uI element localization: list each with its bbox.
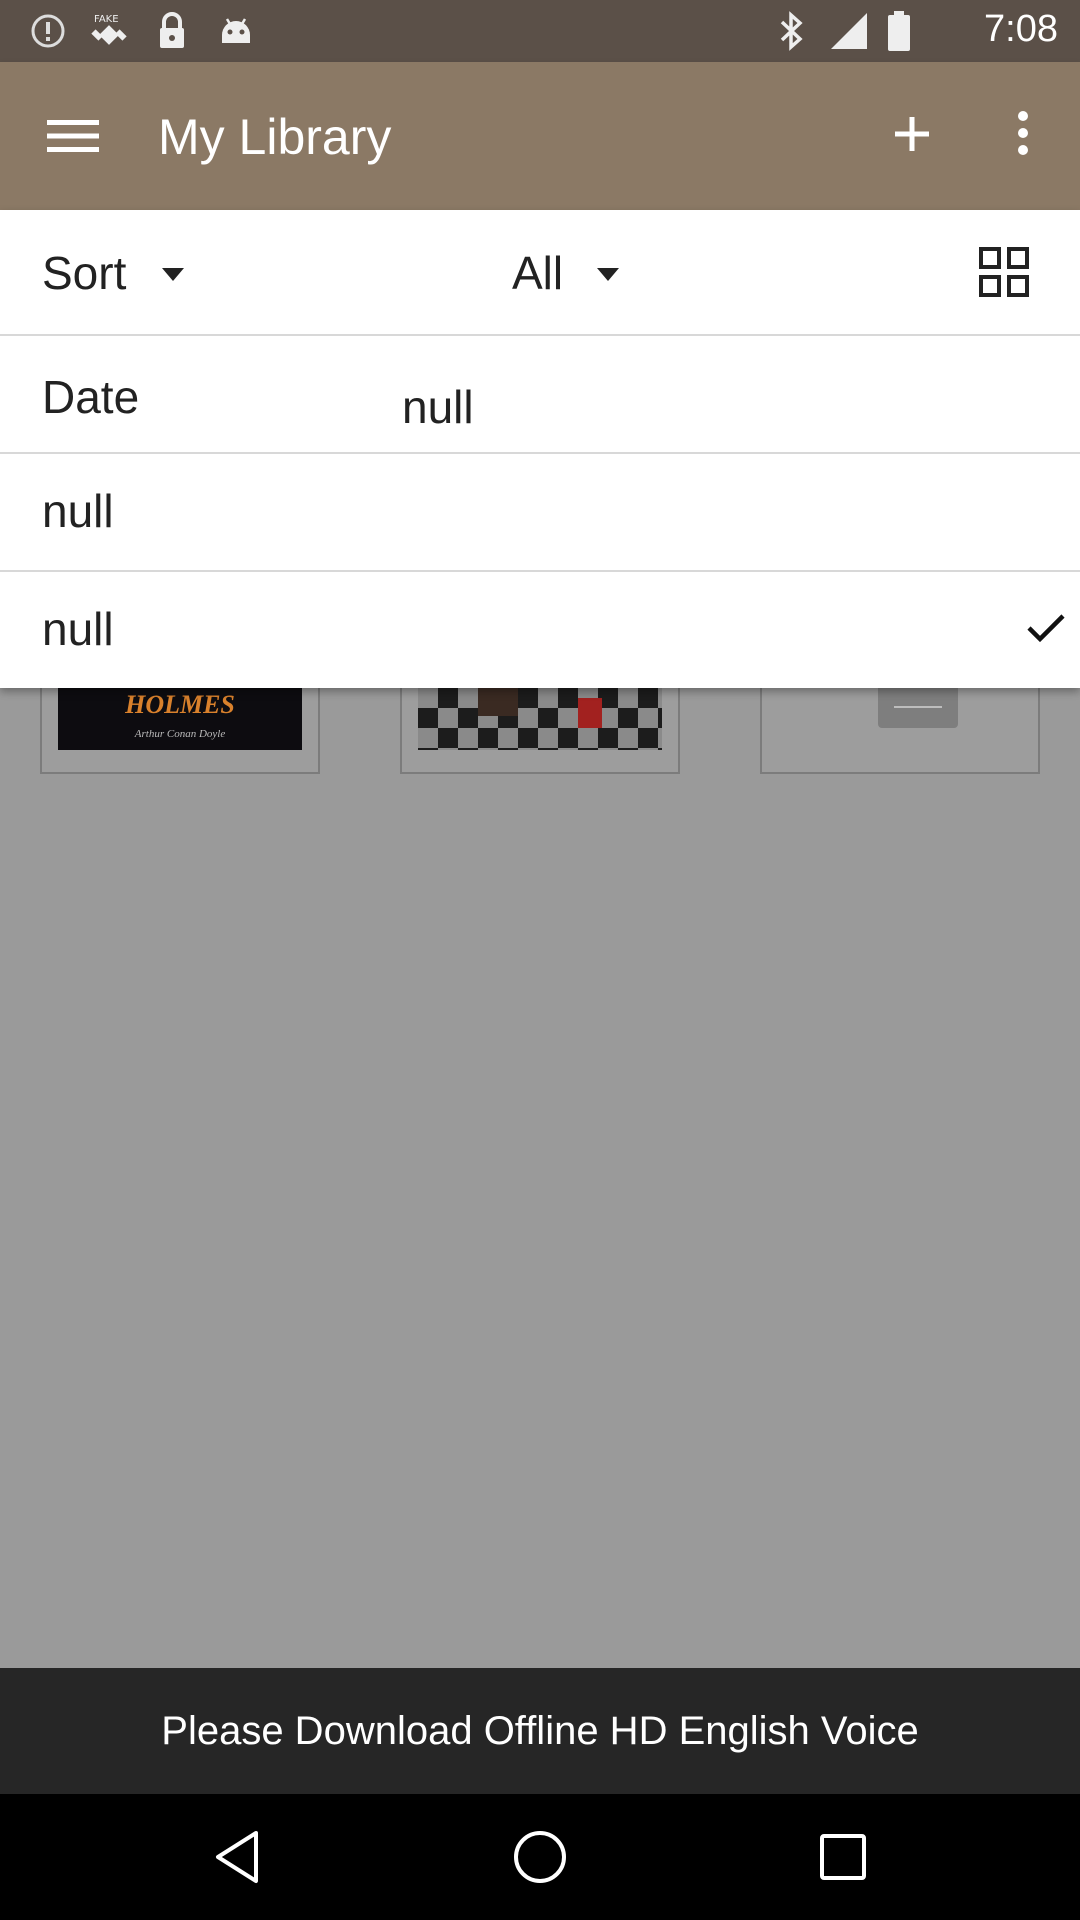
sort-option-label: Date	[42, 371, 140, 423]
status-bar: FAKE 7:08	[0, 0, 1080, 62]
filter-caret-icon[interactable]	[597, 268, 619, 281]
hamburger-menu-icon[interactable]	[40, 108, 106, 164]
book-cover	[418, 688, 662, 750]
app-title: My Library	[158, 109, 392, 165]
sort-dropdown: Sort All Date null null null	[0, 210, 1080, 688]
grid-view-icon[interactable]	[978, 246, 1034, 302]
book-cover: HOLMES Arthur Conan Doyle	[58, 688, 302, 750]
recents-icon[interactable]	[810, 1824, 876, 1890]
more-vert-icon[interactable]	[1000, 100, 1046, 166]
lock-icon	[154, 10, 190, 52]
book-cover-title: HOLMES	[125, 690, 235, 719]
android-icon	[216, 10, 256, 52]
book-item[interactable]: HOLMES Arthur Conan Doyle	[40, 688, 320, 774]
sort-option[interactable]: null	[0, 454, 1080, 572]
book-cover-author: Arthur Conan Doyle	[134, 728, 226, 740]
download-voice-banner[interactable]: Please Download Offline HD English Voice	[0, 1668, 1080, 1794]
checkmark-icon	[1026, 612, 1070, 648]
book-item[interactable]	[400, 688, 680, 774]
battery-icon	[884, 10, 914, 52]
info-circle-icon	[28, 10, 68, 52]
signal-icon	[826, 10, 872, 52]
app-bar: My Library	[0, 62, 1080, 210]
sort-option-label: null	[42, 485, 114, 537]
sort-option-label: null	[42, 603, 114, 655]
sort-caret-icon[interactable]	[162, 268, 184, 281]
sort-option-date[interactable]: Date null	[0, 336, 1080, 454]
sort-label[interactable]: Sort	[42, 246, 126, 300]
book-cover-placeholder	[778, 688, 1022, 750]
filter-label[interactable]: All	[512, 246, 563, 300]
book-placeholder-icon	[878, 688, 958, 728]
book-item[interactable]	[760, 688, 1040, 774]
banner-text: Please Download Offline HD English Voice	[161, 1708, 919, 1753]
sort-option-value: null	[402, 381, 474, 433]
home-icon[interactable]	[507, 1824, 573, 1890]
sort-option-selected[interactable]: null	[0, 572, 1080, 688]
filter-toolbar: Sort All	[0, 210, 1080, 336]
status-time: 7:08	[984, 8, 1058, 50]
back-icon[interactable]	[204, 1824, 270, 1890]
plus-icon[interactable]	[884, 106, 940, 162]
fake-gps-icon: FAKE	[86, 10, 136, 52]
navigation-bar	[0, 1794, 1080, 1920]
bluetooth-icon	[774, 10, 810, 52]
svg-text:FAKE: FAKE	[94, 14, 119, 25]
